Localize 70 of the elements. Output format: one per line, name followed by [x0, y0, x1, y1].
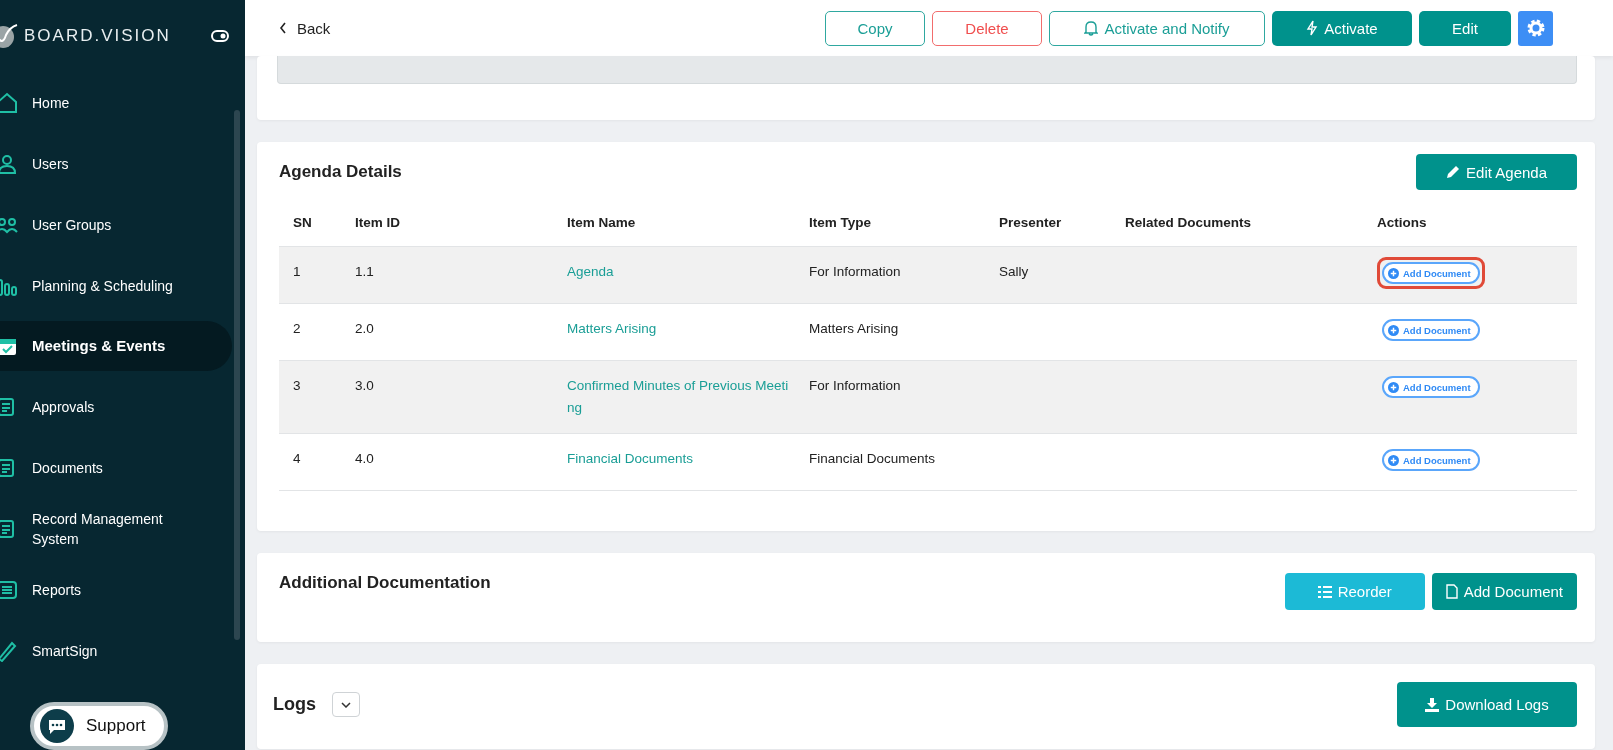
column-header: SN [279, 198, 341, 247]
table-cell: For Information [795, 246, 985, 304]
scrollbar[interactable] [234, 110, 240, 640]
pencil-icon [1446, 165, 1461, 179]
delete-button[interactable]: Delete [932, 10, 1042, 46]
table-cell: For Information [795, 360, 985, 434]
add-document-button[interactable]: Add Document [1382, 376, 1480, 398]
sidebar-item[interactable]: Planning & Scheduling [0, 255, 232, 316]
download-logs-button[interactable]: Download Logs [1397, 682, 1577, 727]
sidebar-item[interactable]: Users [0, 133, 232, 194]
section-title: Logs [273, 694, 316, 715]
item-link[interactable]: Agenda [567, 261, 614, 283]
section-title: Additional Documentation [279, 573, 491, 593]
pen-icon [0, 639, 18, 662]
plus-icon [1388, 381, 1399, 393]
column-header: Item ID [341, 198, 553, 247]
edit-agenda-button[interactable]: Edit Agenda [1416, 154, 1577, 190]
toggle-icon[interactable] [211, 30, 229, 42]
table-cell: 1.1 [341, 246, 553, 304]
add-document-button[interactable]: Add Document [1382, 449, 1480, 471]
list-icon [0, 578, 18, 601]
plus-icon [1388, 324, 1399, 336]
sidebar-item[interactable]: SmartSign [0, 620, 232, 681]
plus-icon [1388, 267, 1399, 279]
file-icon [1445, 584, 1458, 599]
table-cell: 3 [279, 360, 341, 434]
item-link[interactable]: Financial Documents [567, 448, 694, 470]
sidebar-item[interactable]: Home [0, 72, 232, 133]
sidebar-item[interactable]: Approvals [0, 376, 232, 437]
user-icon [0, 152, 18, 175]
activate-button[interactable]: Activate [1272, 10, 1412, 46]
sidebar-item[interactable]: Record Management System [0, 498, 232, 559]
plus-icon [1388, 454, 1399, 466]
activate-notify-button[interactable]: Activate and Notify [1049, 10, 1265, 46]
add-document-button[interactable]: Add Document [1382, 319, 1480, 341]
add-document-button[interactable]: Add Document [1382, 262, 1480, 284]
sidebar-item[interactable]: Reports [0, 559, 232, 620]
reorder-button[interactable]: Reorder [1284, 573, 1425, 610]
chevron-left-icon [279, 22, 287, 34]
table-cell: 3.0 [341, 360, 553, 434]
settings-button[interactable] [1518, 10, 1553, 46]
chat-icon [40, 709, 74, 743]
column-header: Item Name [553, 198, 795, 247]
column-header: Presenter [985, 198, 1111, 247]
column-header: Item Type [795, 198, 985, 247]
expand-button[interactable] [332, 692, 360, 717]
lightning-icon [1306, 20, 1319, 36]
support-button[interactable]: Support [30, 702, 168, 750]
chevron-down-icon [341, 701, 351, 708]
edit-button[interactable]: Edit [1419, 10, 1511, 46]
copy-button[interactable]: Copy [825, 10, 925, 46]
table-cell: Financial Documents [795, 433, 985, 491]
sidebar-item[interactable]: Documents [0, 437, 232, 498]
item-link[interactable]: Matters Arising [567, 318, 657, 340]
back-link[interactable]: Back [273, 18, 337, 38]
table-cell: 4.0 [341, 433, 553, 491]
download-icon [1425, 697, 1440, 712]
table-cell: 4 [279, 433, 341, 491]
table-cell: 1 [279, 246, 341, 304]
bell-icon [1084, 20, 1099, 36]
column-header: Actions [1363, 198, 1577, 247]
add-document-button[interactable]: Add Document [1431, 573, 1577, 610]
column-header: Related Documents [1111, 198, 1363, 247]
sidebar-item[interactable]: User Groups [0, 194, 232, 255]
sidebar-item[interactable]: Meetings & Events [0, 321, 232, 371]
brand-name: BOARD.VISION [24, 26, 172, 46]
section-title: Agenda Details [279, 162, 402, 182]
home-icon [0, 91, 18, 114]
list-icon [1317, 585, 1332, 598]
table-cell: Sally [999, 264, 1029, 279]
